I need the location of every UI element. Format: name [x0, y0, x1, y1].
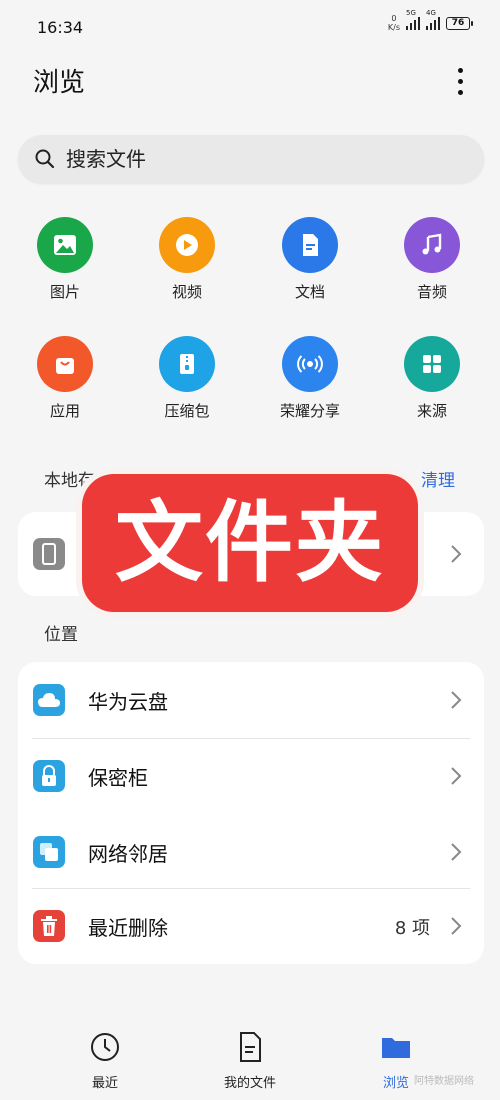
chevron-right-icon: [451, 917, 462, 935]
category-apps[interactable]: 应用: [20, 336, 110, 421]
folder-icon: [382, 1038, 410, 1058]
location-item-label: 保密柜: [88, 766, 148, 790]
category-label: 图片: [49, 283, 80, 301]
nav-my-files[interactable]: 我的文件: [195, 1030, 305, 1091]
location-item-cloud-drive[interactable]: 华为云盘: [18, 662, 484, 738]
chevron-right-icon: [451, 691, 462, 709]
search-icon: [35, 149, 55, 169]
location-item-label: 最近删除: [88, 916, 168, 940]
net-speed-value: 0: [391, 14, 397, 23]
sim2-label: 4G: [426, 9, 436, 17]
category-label: 音频: [416, 283, 447, 301]
location-item-label: 网络邻居: [88, 842, 168, 866]
status-icons: 0 K/s 5G 4G 76: [388, 9, 473, 32]
shopping-bag-icon: [37, 336, 93, 392]
category-label: 压缩包: [164, 402, 210, 420]
image-icon: [37, 217, 93, 273]
signal-5g-icon: 5G: [406, 9, 420, 30]
net-speed: 0 K/s: [388, 14, 400, 32]
category-archives[interactable]: 压缩包: [142, 336, 232, 421]
search-input[interactable]: [64, 143, 468, 175]
network-neighbor-icon: [33, 836, 65, 868]
status-bar: 16:34 0 K/s 5G 4G 76: [0, 0, 500, 56]
battery-icon: 76: [446, 16, 473, 30]
category-label: 视频: [171, 283, 202, 301]
clock-icon: [91, 1033, 119, 1061]
category-videos[interactable]: 视频: [142, 217, 232, 302]
grid-icon: [404, 336, 460, 392]
document-icon: [282, 217, 338, 273]
signal-4g-icon: 4G: [426, 9, 440, 30]
more-options-icon[interactable]: [454, 68, 466, 98]
nav-recent[interactable]: 最近: [50, 1030, 160, 1091]
sim1-label: 5G: [406, 9, 416, 17]
trash-icon: [33, 910, 65, 942]
status-time: 16:34: [37, 18, 84, 37]
category-audio[interactable]: 音频: [387, 217, 477, 302]
chevron-right-icon: [451, 545, 462, 563]
chevron-right-icon: [451, 843, 462, 861]
category-label: 来源: [416, 402, 447, 420]
category-images[interactable]: 图片: [20, 217, 110, 302]
net-speed-unit: K/s: [387, 23, 400, 32]
nav-label: 最近: [91, 1076, 118, 1091]
music-icon: [404, 217, 460, 273]
location-list: 华为云盘 保密柜 网络邻居 最近删除 8 项: [18, 662, 484, 964]
video-icon: [159, 217, 215, 273]
nav-label: 我的文件: [223, 1076, 276, 1091]
location-item-network-neighbors[interactable]: 网络邻居: [18, 814, 484, 890]
search-bar[interactable]: [18, 135, 484, 183]
category-sources[interactable]: 来源: [387, 336, 477, 421]
deleted-count: 8 项: [394, 918, 430, 939]
overlay-text: 文件夹: [114, 491, 385, 594]
page-title: 浏览: [33, 68, 86, 98]
location-label: 位置: [44, 625, 78, 645]
category-documents[interactable]: 文档: [265, 217, 355, 302]
file-icon: [240, 1032, 261, 1062]
category-label: 应用: [49, 402, 80, 420]
location-item-recently-deleted[interactable]: 最近删除 8 项: [18, 888, 484, 964]
zip-icon: [159, 336, 215, 392]
phone-storage-icon: [33, 538, 65, 570]
wireless-share-icon: [282, 336, 338, 392]
clean-button[interactable]: 清理: [421, 466, 455, 491]
cloud-icon: [33, 684, 65, 716]
lock-icon: [33, 760, 65, 792]
chevron-right-icon: [451, 767, 462, 785]
category-label: 荣耀分享: [279, 402, 340, 420]
folder-overlay-label: 文件夹: [82, 474, 418, 612]
category-label: 文档: [294, 283, 325, 301]
location-item-label: 华为云盘: [88, 690, 168, 714]
watermark: 阿特数据网络: [414, 1076, 474, 1087]
location-item-safe[interactable]: 保密柜: [18, 738, 484, 814]
category-honor-share[interactable]: 荣耀分享: [265, 336, 355, 421]
